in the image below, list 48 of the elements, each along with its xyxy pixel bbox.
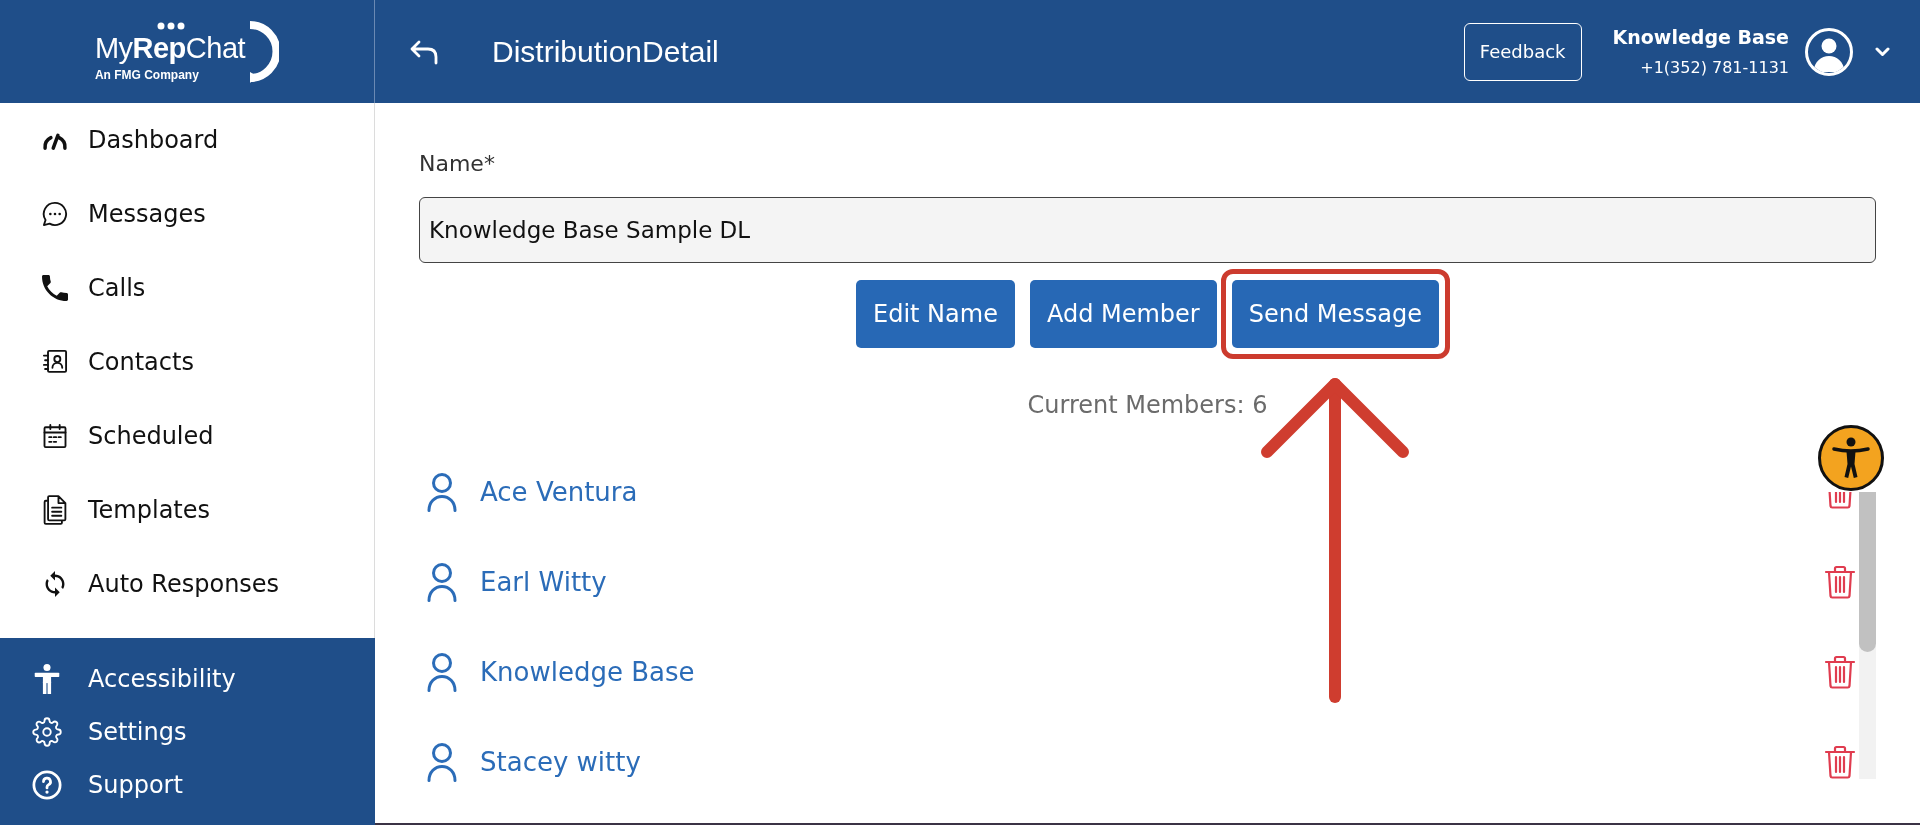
trash-icon[interactable] [1824, 565, 1856, 599]
trash-icon[interactable] [1824, 655, 1856, 689]
sidebar-item[interactable]: Dashboard [0, 103, 374, 177]
sidebar-item[interactable]: Accessibility [0, 652, 375, 705]
member-name-link[interactable]: Stacey witty [480, 742, 641, 782]
phone-icon [42, 275, 68, 301]
help-icon [32, 769, 62, 800]
member-name-link[interactable]: Earl Witty [480, 562, 607, 602]
action-button[interactable]: Edit Name [856, 280, 1015, 348]
action-button[interactable]: Add Member [1029, 280, 1217, 348]
logo-wordmark: MyRepChat [94, 31, 246, 64]
member-name-link[interactable]: Ace Ventura [480, 472, 638, 512]
sidebar-item[interactable]: Messages [0, 177, 374, 251]
sidebar-item[interactable]: Auto Responses [0, 547, 374, 621]
feedback-button[interactable]: Feedback [1463, 22, 1582, 81]
chat-bubble-icon [41, 200, 69, 228]
sidebar-item[interactable]: Calls [0, 251, 374, 325]
user-name: Knowledge Base [1612, 24, 1789, 50]
scrollbar-thumb[interactable] [1859, 492, 1876, 652]
sidebar-item[interactable]: Contacts [0, 325, 374, 399]
chevron-down-icon[interactable] [1875, 46, 1890, 57]
member-name-link[interactable]: Knowledge Base [480, 652, 695, 692]
name-input[interactable]: Knowledge Base Sample DL [419, 197, 1876, 263]
sidebar-item[interactable]: Support [0, 758, 375, 811]
user-phone: +1(352) 781-1131 [1640, 56, 1789, 79]
chat-arc-icon [247, 20, 280, 83]
page-title: DistributionDetail [492, 34, 719, 70]
person-icon [427, 652, 457, 692]
documents-icon [42, 495, 68, 525]
settings-icon [32, 716, 62, 747]
action-button[interactable]: Send Message [1231, 280, 1439, 348]
user-avatar-icon[interactable] [1805, 27, 1853, 76]
name-label: Name* [419, 150, 496, 178]
person-icon [427, 562, 457, 602]
accessibility-icon[interactable] [1818, 425, 1884, 491]
trash-icon[interactable] [1824, 745, 1856, 779]
accessibility-person-icon [32, 663, 62, 694]
sidebar-item[interactable]: Templates [0, 473, 374, 547]
sidebar-item[interactable]: Settings [0, 705, 375, 758]
person-icon [427, 472, 457, 512]
members-count: Current Members: 6 [1027, 390, 1268, 421]
contact-card-icon [41, 348, 69, 376]
back-arrow-icon[interactable] [409, 38, 439, 65]
dots-icon [156, 21, 185, 30]
calendar-icon [41, 422, 69, 450]
sidebar-item[interactable]: Scheduled [0, 399, 374, 473]
logo-tagline: An FMG Company [94, 67, 200, 82]
person-icon [427, 742, 457, 782]
